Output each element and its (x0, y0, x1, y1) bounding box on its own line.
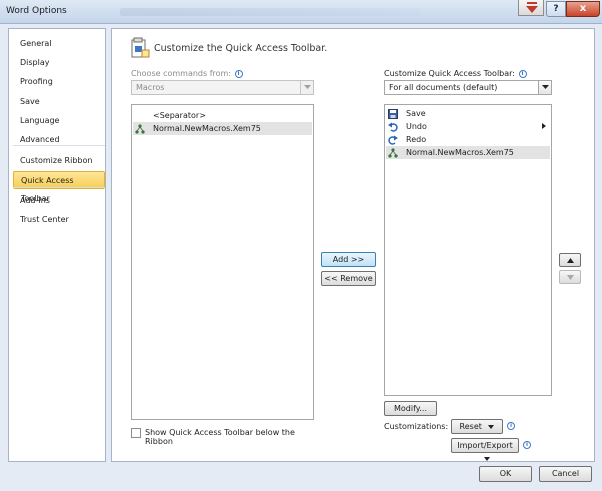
nav-item-proofing[interactable]: Proofing (13, 73, 105, 91)
show-below-ribbon-label-line2: Ribbon (145, 437, 173, 446)
dialog-body: General Display Proofing Save Language A… (0, 24, 602, 491)
list-item-label: Normal.NewMacros.Xem75 (153, 124, 261, 133)
qat-panel: Customize the Quick Access Toolbar. Choo… (111, 28, 595, 462)
move-down-button[interactable] (559, 270, 581, 284)
info-icon: i (523, 441, 531, 449)
remove-button[interactable]: << Remove (321, 271, 376, 286)
chevron-down-icon (538, 81, 551, 94)
nav-divider (13, 145, 105, 146)
options-nav: General Display Proofing Save Language A… (8, 28, 106, 462)
modify-button[interactable]: Modify... (384, 401, 437, 416)
choose-commands-label-text: Choose commands from: (131, 69, 232, 78)
chevron-down-icon (300, 81, 313, 94)
show-below-ribbon-label-line1: Show Quick Access Toolbar below the (145, 428, 295, 437)
customize-qat-label: Customize Quick Access Toolbar: i (384, 69, 527, 78)
down-arrow-icon (526, 2, 538, 13)
panel-heading: Customize the Quick Access Toolbar. (154, 43, 328, 54)
redo-icon (388, 135, 398, 145)
macro-icon (135, 124, 145, 134)
quick-access-toolbar-icon (131, 37, 150, 58)
list-item-label: Normal.NewMacros.Xem75 (406, 148, 514, 157)
move-up-button[interactable] (559, 253, 581, 267)
list-item[interactable]: Redo (386, 133, 550, 146)
macro-icon (388, 148, 398, 158)
nav-item-language[interactable]: Language (13, 112, 105, 130)
choose-commands-combo[interactable]: Macros (131, 80, 314, 95)
caret-down-icon (488, 424, 495, 429)
info-icon: i (234, 69, 243, 78)
customize-qat-value: For all documents (default) (389, 83, 498, 92)
list-item[interactable]: Undo (386, 120, 550, 133)
window-title: Word Options (6, 6, 67, 16)
title-bar-background-ribbon (120, 8, 420, 16)
list-item[interactable]: <Separator> (133, 109, 312, 122)
list-item-label: Save (406, 109, 426, 118)
title-bar: Word Options ? x (0, 0, 602, 24)
customize-qat-label-text: Customize Quick Access Toolbar: (384, 69, 515, 78)
nav-item-add-ins[interactable]: Add-Ins (13, 192, 105, 210)
list-item[interactable]: Save (386, 107, 550, 120)
save-icon (388, 109, 398, 119)
available-commands-list[interactable]: <Separator> Normal.NewMacros.Xem75 (131, 104, 314, 420)
import-export-button[interactable]: Import/Export (451, 438, 519, 461)
cancel-button[interactable]: Cancel (539, 466, 592, 482)
add-button[interactable]: Add >> (321, 252, 376, 267)
list-item-label: Undo (406, 122, 427, 131)
customizations-label: Customizations: (384, 422, 449, 431)
info-icon: i (507, 422, 515, 430)
triangle-up-icon (567, 258, 574, 263)
caret-down-icon (484, 456, 490, 461)
qat-dropdown-button[interactable] (518, 0, 544, 16)
reset-button-label: Reset (459, 422, 482, 431)
nav-item-customize-ribbon[interactable]: Customize Ribbon (13, 152, 105, 170)
show-below-ribbon-label: Show Quick Access Toolbar below the Ribb… (145, 428, 295, 446)
list-item[interactable]: Normal.NewMacros.Xem75 (386, 146, 550, 159)
ok-button[interactable]: OK (479, 466, 532, 482)
info-icon: i (518, 69, 527, 78)
show-below-ribbon-checkbox[interactable] (131, 428, 141, 438)
customize-qat-combo[interactable]: For all documents (default) (384, 80, 552, 95)
help-button[interactable]: ? (546, 1, 566, 17)
list-item-label: Redo (406, 135, 427, 144)
nav-item-general[interactable]: General (13, 35, 105, 53)
nav-item-advanced[interactable]: Advanced (13, 131, 105, 149)
list-item[interactable]: Normal.NewMacros.Xem75 (133, 122, 312, 135)
chevron-right-icon (542, 123, 546, 129)
undo-icon (388, 122, 398, 132)
triangle-down-icon (567, 275, 574, 280)
list-item-label: <Separator> (153, 111, 206, 120)
choose-commands-label: Choose commands from: i (131, 69, 243, 78)
nav-item-trust-center[interactable]: Trust Center (13, 211, 105, 229)
choose-commands-value: Macros (136, 83, 165, 92)
nav-item-display[interactable]: Display (13, 54, 105, 72)
import-export-button-label: Import/Export (457, 441, 513, 450)
nav-divider (13, 187, 105, 188)
qat-commands-list[interactable]: Save Undo Redo Normal.NewMacros.Xem75 (384, 104, 552, 396)
nav-item-save[interactable]: Save (13, 93, 105, 111)
reset-button[interactable]: Reset (451, 419, 503, 434)
close-button[interactable]: x (566, 1, 600, 17)
